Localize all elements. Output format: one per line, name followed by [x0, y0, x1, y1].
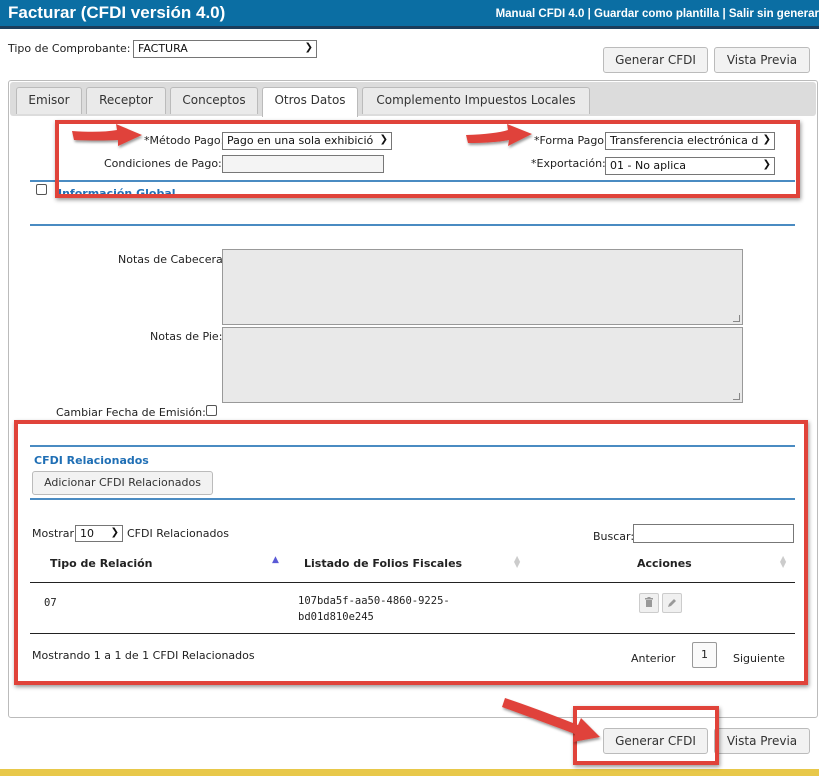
- chevron-down-icon: ❯: [379, 134, 388, 145]
- section-divider: [30, 180, 795, 182]
- informacion-global-label: Información Global: [58, 187, 176, 197]
- notas-cabecera-textarea[interactable]: [222, 249, 743, 325]
- forma-pago-value: Transferencia electrónica d: [610, 134, 759, 147]
- forma-pago-label: *Forma Pago:: [534, 134, 608, 147]
- section-divider: [30, 445, 795, 447]
- tipo-comprobante-label: Tipo de Comprobante:: [8, 42, 131, 55]
- tab-otros-datos[interactable]: Otros Datos: [262, 87, 358, 117]
- metodo-pago-value: Pago en una sola exhibició: [227, 134, 374, 147]
- sort-asc-icon: ▲: [272, 555, 279, 565]
- column-header-acciones[interactable]: Acciones: [637, 557, 692, 570]
- header-links: Manual CFDI 4.0 | Guardar como plantilla…: [496, 8, 819, 20]
- chevron-down-icon: ❯: [304, 42, 313, 53]
- chevron-down-icon: ❯: [110, 527, 119, 538]
- page-title: Facturar (CFDI versión 4.0): [8, 3, 226, 22]
- tipo-comprobante-select[interactable]: FACTURA ❯: [133, 40, 317, 58]
- folio-line-2: bd01d810e245: [298, 611, 374, 623]
- trash-icon: [645, 597, 653, 607]
- exportacion-select[interactable]: 01 - No aplica ❯: [605, 157, 775, 175]
- save-template-link[interactable]: Guardar como plantilla: [594, 8, 719, 20]
- footer-bar: [0, 769, 819, 776]
- section-divider: [30, 498, 795, 500]
- table-footer-border: [30, 633, 795, 634]
- exportacion-label: *Exportación:: [531, 157, 606, 170]
- table-row: 07 107bda5f-aa50-4860-9225- bd01d810e245: [30, 583, 795, 633]
- cambiar-fecha-checkbox[interactable]: [206, 405, 217, 416]
- notas-pie-label: Notas de Pie:: [150, 330, 223, 343]
- cell-tipo-relacion: 07: [44, 597, 57, 609]
- generar-cfdi-button-bottom[interactable]: Generar CFDI: [603, 728, 708, 754]
- cfdi-relacionados-title: CFDI Relacionados: [34, 454, 149, 467]
- page-length-select[interactable]: 10 ❯: [75, 525, 123, 542]
- mostrar-label: Mostrar: [32, 527, 75, 540]
- pagination-page-1[interactable]: 1: [692, 642, 717, 668]
- pagination-next[interactable]: Siguiente: [733, 652, 785, 665]
- edit-button[interactable]: [662, 593, 682, 613]
- condiciones-pago-label: Condiciones de Pago:: [104, 157, 222, 170]
- section-divider: [30, 224, 795, 226]
- metodo-pago-select[interactable]: Pago en una sola exhibició ❯: [222, 132, 392, 150]
- mostrar-suffix: CFDI Relacionados: [127, 527, 229, 540]
- exit-link[interactable]: Salir sin generar: [729, 8, 819, 20]
- pagination-prev[interactable]: Anterior: [631, 652, 675, 665]
- vista-previa-button-top[interactable]: Vista Previa: [714, 47, 810, 73]
- tab-complemento-impuestos-locales[interactable]: Complemento Impuestos Locales: [362, 87, 590, 114]
- notas-pie-textarea[interactable]: [222, 327, 743, 403]
- title-bar: Facturar (CFDI versión 4.0) Manual CFDI …: [0, 0, 819, 29]
- table-info: Mostrando 1 a 1 de 1 CFDI Relacionados: [32, 649, 255, 662]
- notas-cabecera-label: Notas de Cabecera:: [118, 253, 227, 266]
- manual-link[interactable]: Manual CFDI 4.0: [496, 8, 585, 20]
- column-header-tipo-relacion[interactable]: Tipo de Relación: [50, 557, 153, 570]
- delete-button[interactable]: [639, 593, 659, 613]
- link-separator: |: [584, 8, 595, 20]
- generar-cfdi-button-top[interactable]: Generar CFDI: [603, 47, 708, 73]
- tab-emisor[interactable]: Emisor: [16, 87, 82, 114]
- pencil-icon: [668, 599, 676, 607]
- condiciones-pago-input[interactable]: [222, 155, 384, 173]
- tab-receptor[interactable]: Receptor: [86, 87, 166, 114]
- informacion-global-checkbox[interactable]: [36, 184, 47, 195]
- cambiar-fecha-label: Cambiar Fecha de Emisión:: [56, 406, 206, 419]
- folio-line-1: 107bda5f-aa50-4860-9225-: [298, 595, 450, 607]
- buscar-input[interactable]: [633, 524, 794, 543]
- exportacion-value: 01 - No aplica: [610, 159, 687, 172]
- adicionar-cfdi-relacionados-button[interactable]: Adicionar CFDI Relacionados: [32, 471, 213, 495]
- sort-both-icon: ▲ ▼: [780, 554, 787, 569]
- tipo-comprobante-value: FACTURA: [138, 42, 188, 55]
- column-header-folios[interactable]: Listado de Folios Fiscales: [304, 557, 462, 570]
- page-length-value: 10: [80, 527, 94, 540]
- chevron-down-icon: ❯: [762, 159, 771, 170]
- metodo-pago-label: *Método Pago:: [144, 134, 225, 147]
- chevron-down-icon: ❯: [762, 134, 771, 145]
- sort-both-icon: ▲ ▼: [514, 554, 521, 569]
- link-separator: |: [719, 8, 729, 20]
- buscar-label: Buscar:: [593, 530, 635, 543]
- cell-folio-fiscal: 107bda5f-aa50-4860-9225- bd01d810e245: [298, 593, 450, 625]
- forma-pago-select[interactable]: Transferencia electrónica d ❯: [605, 132, 775, 150]
- tab-conceptos[interactable]: Conceptos: [170, 87, 258, 114]
- vista-previa-button-bottom[interactable]: Vista Previa: [714, 728, 810, 754]
